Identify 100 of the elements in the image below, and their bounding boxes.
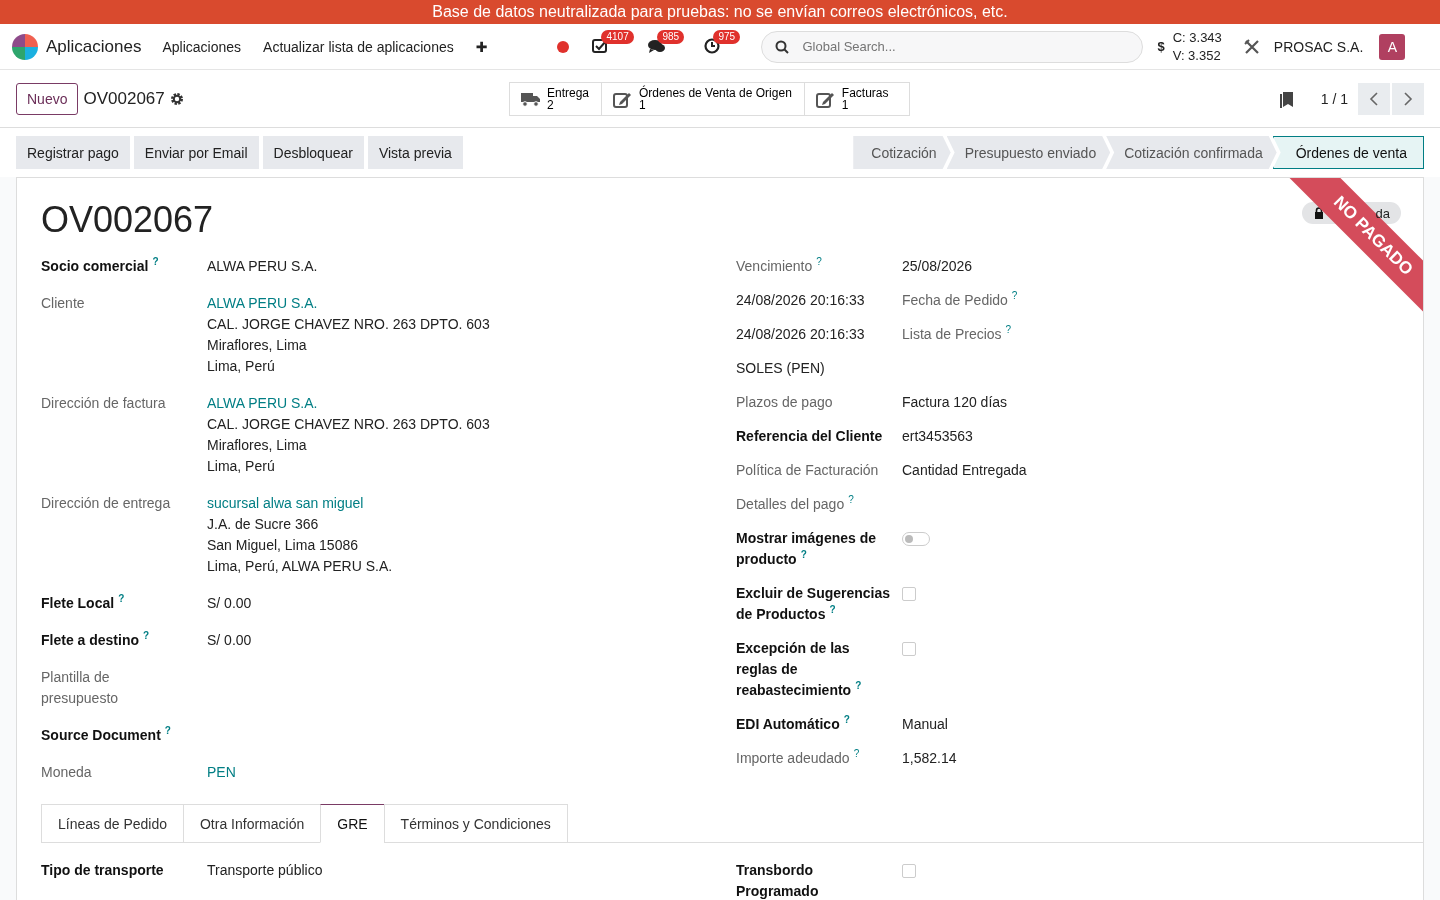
help-mark[interactable]: ? xyxy=(855,680,862,691)
field-text: Dirección de entrega xyxy=(41,495,171,511)
stage-button[interactable]: Cotización xyxy=(853,136,951,169)
menu-item[interactable]: Actualizar lista de aplicaciones xyxy=(263,38,454,55)
stage-button[interactable]: Cotización confirmada xyxy=(1106,136,1277,169)
field-text: San Miguel, Lima 15086 xyxy=(207,537,358,553)
search-icon xyxy=(775,39,790,54)
field-text: Source Document xyxy=(41,727,161,743)
record-link[interactable]: ALWA PERU S.A. xyxy=(207,395,318,411)
help-mark[interactable]: ? xyxy=(118,593,125,604)
record-link[interactable]: sucursal alwa san miguel xyxy=(207,495,364,511)
tools-icon[interactable] xyxy=(1243,38,1260,55)
new-button[interactable]: Nuevo xyxy=(16,82,79,115)
checkbox[interactable] xyxy=(902,642,916,656)
help-mark[interactable]: ? xyxy=(816,256,822,267)
action-button[interactable]: Enviar por Email xyxy=(133,136,259,169)
field-text: CAL. JORGE CHAVEZ NRO. 263 DPTO. 603 xyxy=(207,416,490,432)
field-text: 1,582.14 xyxy=(902,750,957,766)
field-text: reglas de xyxy=(736,661,798,677)
app-logo-icon[interactable] xyxy=(12,33,38,60)
help-mark[interactable]: ? xyxy=(800,549,807,560)
user-avatar[interactable]: A xyxy=(1379,33,1406,60)
dollar-icon: $ xyxy=(1157,39,1165,54)
action-button[interactable]: Registrar pago xyxy=(16,136,130,169)
help-mark[interactable]: ? xyxy=(829,604,836,615)
previous-button[interactable] xyxy=(1358,82,1390,115)
record-link[interactable]: ALWA PERU S.A. xyxy=(207,295,318,311)
field-text: Excluir de Sugerencias xyxy=(736,585,891,601)
help-mark[interactable]: ? xyxy=(848,494,854,505)
field-text: reabastecimiento xyxy=(736,682,852,698)
checkbox[interactable] xyxy=(902,587,916,601)
count-badge: 985 xyxy=(657,29,685,44)
lock-icon xyxy=(1313,207,1324,219)
stage-button[interactable]: Presupuesto enviado xyxy=(946,136,1111,169)
record-name: OV002067 xyxy=(83,88,165,109)
count-badge: 4107 xyxy=(601,29,634,44)
field-text: Programado xyxy=(736,883,819,899)
notebook-tab[interactable]: Líneas de Pedido xyxy=(41,804,184,843)
field-text: SOLES (PEN) xyxy=(736,360,825,376)
field-text: ALWA PERU S.A. xyxy=(207,258,318,274)
field-text: Cantidad Entregada xyxy=(902,462,1027,478)
field-text: Lima, Perú xyxy=(207,358,275,374)
exchange-rate: V: 3.352 xyxy=(1172,46,1222,65)
help-mark[interactable]: ? xyxy=(164,725,171,736)
field-text: ert3453563 xyxy=(902,428,973,444)
help-mark[interactable]: ? xyxy=(1011,290,1018,301)
gear-icon[interactable] xyxy=(169,91,184,106)
field-text: Socio comercial xyxy=(41,258,149,274)
field-text: Manual xyxy=(902,716,948,732)
app-name[interactable]: Aplicaciones xyxy=(46,36,142,57)
help-mark[interactable]: ? xyxy=(1005,324,1012,335)
field-text: de Productos xyxy=(736,606,826,622)
company-name[interactable]: PROSAC S.A. xyxy=(1273,38,1364,55)
menu-item[interactable]: Aplicaciones xyxy=(162,38,242,55)
field-text: presupuesto xyxy=(41,690,119,706)
field-text: Lima, Perú, ALWA PERU S.A. xyxy=(207,558,393,574)
help-mark[interactable]: ? xyxy=(853,748,860,759)
action-button[interactable]: Desbloquear xyxy=(262,136,364,169)
action-button[interactable]: Vista previa xyxy=(367,136,463,169)
test-database-banner: Base de datos neutralizada para pruebas: no se envían correos electrónicos, etc. xyxy=(0,0,1440,24)
toggle-switch[interactable] xyxy=(902,532,930,546)
field-text: J.A. de Sucre 366 xyxy=(207,516,319,532)
chevron-left-icon xyxy=(1369,90,1379,107)
field-text: Política de Facturación xyxy=(736,462,879,478)
field-text: Cliente xyxy=(41,295,85,311)
field-text: Miraflores, Lima xyxy=(207,437,307,453)
notebook-tab[interactable]: Términos y Condiciones xyxy=(383,804,568,843)
help-mark[interactable]: ? xyxy=(843,714,850,725)
field-text: Factura 120 días xyxy=(902,394,1008,410)
count-badge: 975 xyxy=(713,29,741,44)
field-text: EDI Automático xyxy=(736,716,840,732)
field-text: Plantilla de xyxy=(41,669,110,685)
field-text: 24/08/2026 20:16:33 xyxy=(736,326,865,342)
field-text: Fecha de Pedido xyxy=(902,292,1008,308)
field-text: 25/08/2026 xyxy=(902,258,973,274)
field-text: Detalles del pago xyxy=(736,496,845,512)
field-text: Dirección de factura xyxy=(41,395,166,411)
record-link[interactable]: PEN xyxy=(207,764,236,780)
add-icon[interactable]: ✚ xyxy=(475,38,488,55)
search-field[interactable]: Global Search... xyxy=(761,30,1144,63)
field-text: Mostrar imágenes de xyxy=(736,530,877,546)
record-title: OV002067 xyxy=(41,198,214,242)
stage-button[interactable]: Órdenes de venta xyxy=(1272,136,1424,169)
pager-counter[interactable]: 1 / 1 xyxy=(1320,90,1348,107)
field-text: producto xyxy=(736,551,797,567)
bookmark-icon[interactable] xyxy=(1278,89,1295,108)
chevron-right-icon xyxy=(1403,90,1413,107)
field-text: Lima, Perú xyxy=(207,458,275,474)
help-mark[interactable]: ? xyxy=(143,630,150,641)
field-text: Miraflores, Lima xyxy=(207,337,307,353)
notebook-tab[interactable]: GRE xyxy=(320,804,385,843)
record-dot-icon[interactable] xyxy=(557,40,570,53)
next-button[interactable] xyxy=(1392,82,1424,115)
field-text: Transbordo xyxy=(736,862,813,878)
exchange-rate: C: 3.343 xyxy=(1172,28,1222,47)
help-mark[interactable]: ? xyxy=(152,256,159,267)
field-text: Moneda xyxy=(41,764,92,780)
field-text: Excepción de las xyxy=(736,640,850,656)
checkbox[interactable] xyxy=(902,864,916,878)
field-text: Referencia del Cliente xyxy=(736,428,883,444)
